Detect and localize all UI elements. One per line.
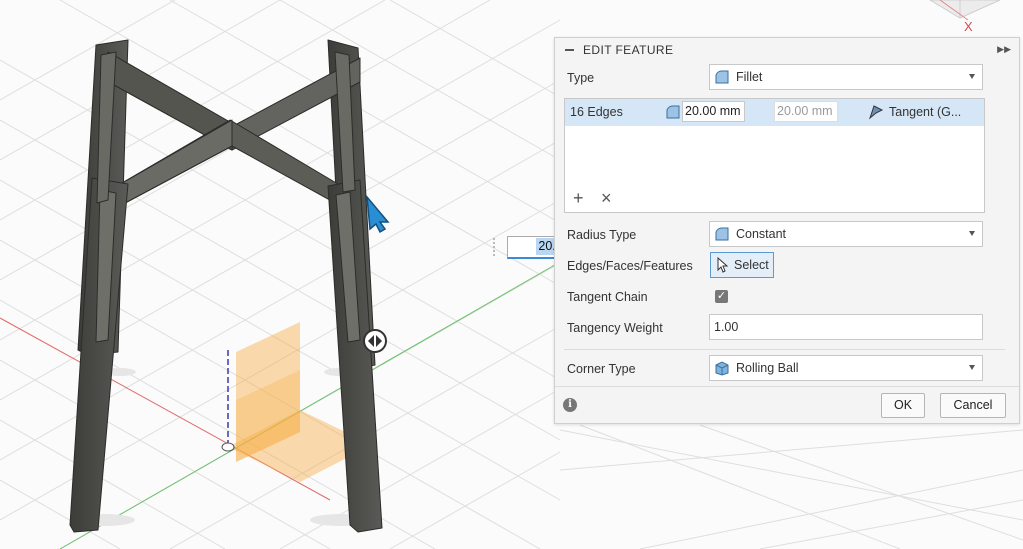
add-icon[interactable]: +	[573, 189, 584, 207]
radius-input[interactable]: 20.00 mm	[682, 101, 745, 122]
axis-x-label: X	[964, 19, 973, 34]
type-label: Type	[567, 71, 595, 85]
edges-table: 16 Edges 20.00 mm 20.00 mm Tangent (G...…	[564, 98, 985, 213]
remove-icon[interactable]: ×	[601, 189, 612, 207]
table-row[interactable]: 16 Edges 20.00 mm 20.00 mm Tangent (G...	[565, 99, 984, 126]
corner-type-value: Rolling Ball	[736, 361, 799, 375]
tangency-weight-label: Tangency Weight	[567, 321, 663, 335]
edit-feature-panel: EDIT FEATURE ▶▶ Type Fillet 16 Edges 20.…	[554, 37, 1020, 424]
radius-type-value: Constant	[736, 227, 787, 241]
edges-faces-label: Edges/Faces/Features	[567, 259, 693, 273]
y-axis-line	[59, 261, 561, 549]
tangent-chain-checkbox[interactable]: ✓	[715, 290, 728, 303]
chevron-down-icon	[969, 231, 975, 236]
cursor-arrow-icon	[717, 257, 729, 273]
mouse-cursor-icon	[366, 194, 390, 234]
type-dropdown[interactable]: Fillet	[709, 64, 983, 90]
select-label: Select	[734, 258, 769, 272]
tangency-value[interactable]: Tangent (G...	[889, 105, 961, 119]
tangency-weight-input[interactable]: 1.00	[709, 314, 983, 340]
cancel-button[interactable]: Cancel	[940, 393, 1006, 418]
radius-type-dropdown[interactable]: Constant	[709, 221, 983, 247]
select-button[interactable]: Select	[710, 252, 774, 278]
constant-icon	[715, 227, 729, 241]
fillet-manipulator-icon[interactable]	[363, 329, 387, 353]
radius-icon	[666, 105, 680, 119]
chevron-down-icon	[969, 365, 975, 370]
corner-type-label: Corner Type	[567, 362, 636, 376]
fillet-icon	[715, 70, 729, 84]
chevron-down-icon	[969, 74, 975, 79]
info-icon[interactable]: i	[563, 398, 577, 412]
corner-type-dropdown[interactable]: Rolling Ball	[709, 355, 983, 381]
panel-title: EDIT FEATURE	[583, 43, 674, 57]
collapse-icon[interactable]	[565, 49, 574, 51]
radius2-input[interactable]: 20.00 mm	[774, 101, 838, 122]
tangent-icon	[868, 105, 884, 120]
type-value: Fillet	[736, 70, 763, 84]
divider	[564, 349, 1005, 350]
expand-icon[interactable]: ▶▶	[997, 44, 1011, 55]
tangent-chain-label: Tangent Chain	[567, 290, 648, 304]
panel-header: EDIT FEATURE ▶▶	[555, 38, 1019, 62]
panel-footer: i OK Cancel	[555, 386, 1019, 424]
viewcube-icon[interactable]	[929, 0, 1001, 21]
origin-point	[221, 442, 235, 452]
ok-button[interactable]: OK	[881, 393, 925, 418]
rolling-ball-icon	[715, 361, 729, 376]
drag-grip[interactable]	[493, 238, 501, 256]
edges-selection: 16 Edges	[570, 105, 623, 119]
radius-type-label: Radius Type	[567, 228, 637, 242]
